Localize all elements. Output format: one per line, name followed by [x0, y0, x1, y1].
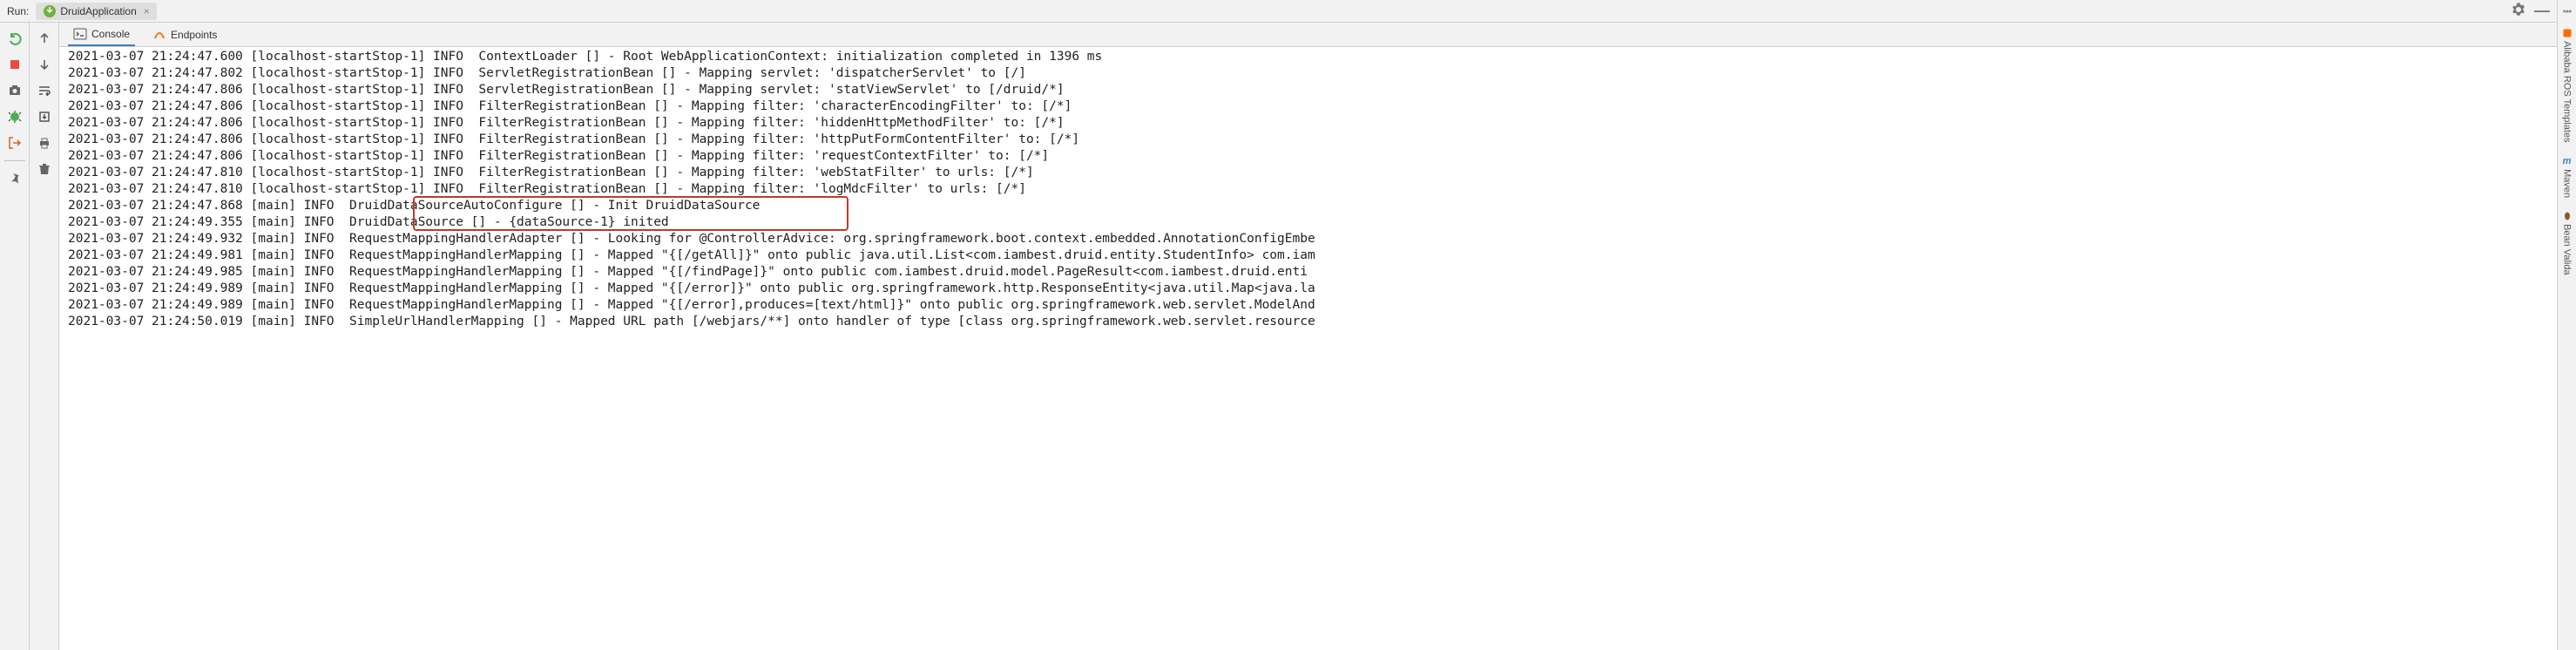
handle-icon[interactable]: ●●●: [2563, 9, 2572, 15]
log-line: 2021-03-07 21:24:47.806 [localhost-start…: [61, 132, 2552, 148]
alibaba-templates-button[interactable]: Alibaba ROS Templates: [2562, 28, 2573, 143]
rerun-button[interactable]: [4, 28, 25, 49]
log-line: 2021-03-07 21:24:49.355 [main] INFO Drui…: [61, 214, 2552, 231]
run-label: Run:: [7, 5, 29, 17]
scroll-end-button[interactable]: [34, 106, 55, 127]
bean-icon: [2562, 211, 2573, 221]
log-line: 2021-03-07 21:24:49.989 [main] INFO Requ…: [61, 297, 2552, 314]
gear-icon[interactable]: [2512, 3, 2525, 19]
tab-endpoints-label: Endpoints: [171, 29, 217, 41]
log-line: 2021-03-07 21:24:47.810 [localhost-start…: [61, 181, 2552, 198]
tab-console-label: Console: [91, 28, 130, 40]
log-line: 2021-03-07 21:24:49.985 [main] INFO Requ…: [61, 264, 2552, 281]
maven-icon: m: [2563, 156, 2572, 166]
log-line: 2021-03-07 21:24:47.806 [localhost-start…: [61, 98, 2552, 115]
console-icon: [73, 27, 87, 41]
log-line: 2021-03-07 21:24:47.868 [main] INFO Drui…: [61, 198, 2552, 214]
console-output[interactable]: 2021-03-07 21:24:47.600 [localhost-start…: [59, 47, 2557, 650]
tab-console[interactable]: Console: [68, 23, 135, 46]
run-config-label: DruidApplication: [60, 5, 136, 17]
endpoints-icon: [152, 28, 166, 42]
print-button[interactable]: [34, 132, 55, 153]
bean-validation-button[interactable]: Bean Valida: [2562, 211, 2573, 275]
soft-wrap-button[interactable]: [34, 80, 55, 101]
stop-button[interactable]: [4, 54, 25, 75]
log-line: 2021-03-07 21:24:49.932 [main] INFO Requ…: [61, 231, 2552, 247]
trash-button[interactable]: [34, 159, 55, 179]
log-line: 2021-03-07 21:24:47.806 [localhost-start…: [61, 148, 2552, 165]
camera-button[interactable]: [4, 80, 25, 101]
maven-button[interactable]: m Maven: [2562, 156, 2573, 198]
log-line: 2021-03-07 21:24:47.806 [localhost-start…: [61, 115, 2552, 132]
log-line: 2021-03-07 21:24:47.810 [localhost-start…: [61, 165, 2552, 181]
exit-button[interactable]: [4, 132, 25, 153]
log-line: 2021-03-07 21:24:50.019 [main] INFO Simp…: [61, 314, 2552, 330]
console-tabs: Console Endpoints: [59, 23, 2557, 47]
up-button[interactable]: [34, 28, 55, 49]
log-line: 2021-03-07 21:24:49.981 [main] INFO Requ…: [61, 247, 2552, 264]
alibaba-icon: [2562, 28, 2573, 38]
separator: [4, 160, 25, 161]
log-line: 2021-03-07 21:24:49.989 [main] INFO Requ…: [61, 281, 2552, 297]
log-line: 2021-03-07 21:24:47.802 [localhost-start…: [61, 65, 2552, 82]
spring-boot-icon: [43, 4, 57, 18]
log-line: 2021-03-07 21:24:47.600 [localhost-start…: [61, 49, 2552, 65]
close-icon[interactable]: ×: [144, 5, 150, 17]
right-tool-strip: ●●● Alibaba ROS Templates m Maven Bean V…: [2557, 0, 2576, 650]
minimize-icon[interactable]: —: [2534, 2, 2550, 20]
tab-endpoints[interactable]: Endpoints: [147, 23, 222, 46]
pin-button[interactable]: [4, 168, 25, 189]
down-button[interactable]: [34, 54, 55, 75]
bug-rerun-button[interactable]: [4, 106, 25, 127]
run-config-tab[interactable]: DruidApplication ×: [36, 3, 156, 20]
run-header: Run: DruidApplication × —: [0, 0, 2557, 23]
run-toolbar-left: [0, 23, 30, 650]
console-toolbar: [30, 23, 59, 650]
log-line: 2021-03-07 21:24:47.806 [localhost-start…: [61, 82, 2552, 98]
